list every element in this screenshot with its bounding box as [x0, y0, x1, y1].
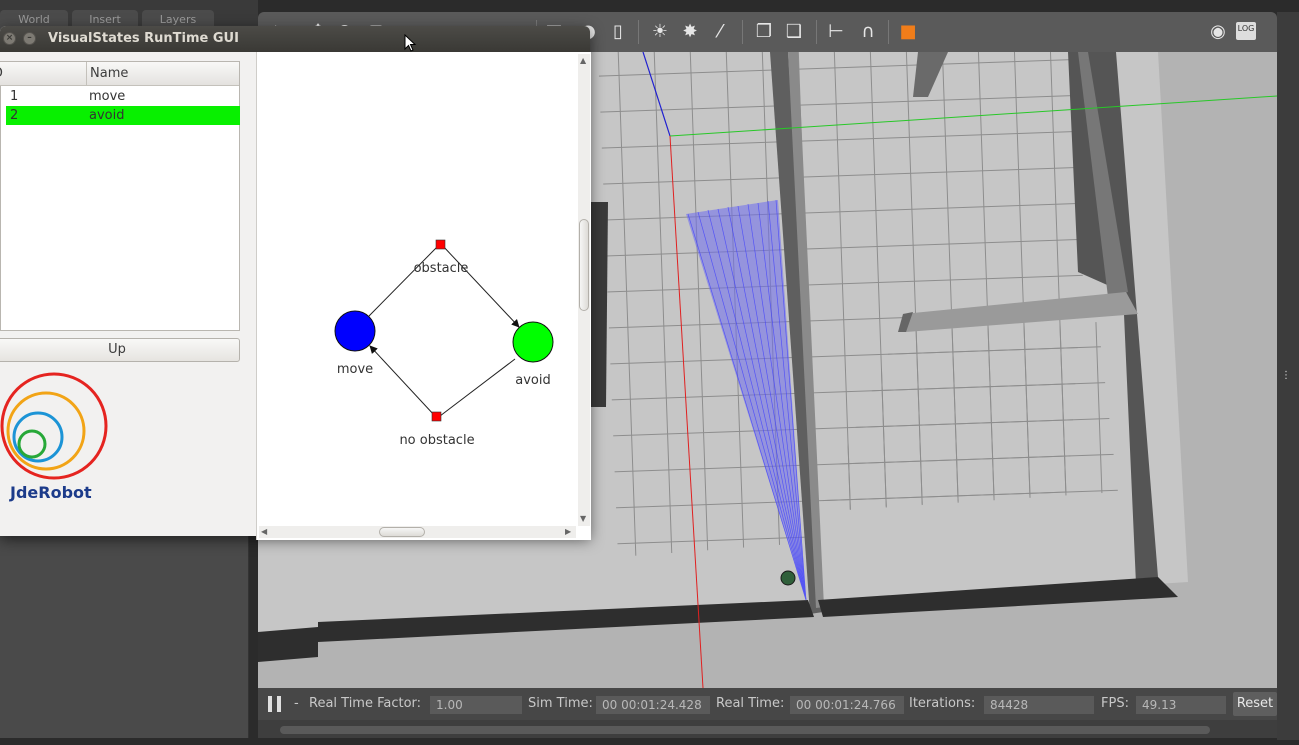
vertical-scrollbar[interactable]: ▲ ▼ — [578, 54, 590, 526]
align-icon[interactable]: ⊢ — [824, 20, 848, 44]
state-label-move: move — [337, 362, 373, 377]
window-titlebar[interactable]: × – VisualStates RunTime GUI — [0, 26, 590, 52]
snap-icon[interactable]: ∩ — [856, 20, 880, 44]
iterations-label: Iterations: — [909, 696, 976, 711]
screenshot-icon[interactable]: ◉ — [1206, 20, 1230, 44]
table-row-selected[interactable]: 2 avoid — [6, 106, 240, 125]
gazebo-horizontal-scrollbar[interactable] — [258, 720, 1277, 738]
state-avoid[interactable] — [512, 321, 554, 363]
view-angle-icon[interactable]: ■ — [896, 20, 920, 44]
step-label[interactable]: - — [294, 688, 299, 720]
robot[interactable] — [780, 570, 796, 586]
table-row[interactable]: 1 move — [1, 87, 239, 106]
fps-label: FPS: — [1101, 696, 1129, 711]
point-light-icon[interactable]: ☀ — [648, 20, 672, 44]
sim-time-value: 00 00:01:24.428 — [596, 696, 710, 714]
fps-value: 49.13 — [1136, 696, 1226, 714]
scroll-left-icon[interactable]: ◀ — [261, 527, 267, 536]
state-move[interactable] — [334, 310, 376, 352]
copy-icon[interactable]: ❐ — [752, 20, 776, 44]
pause-button[interactable] — [268, 696, 282, 712]
paste-icon[interactable]: ❑ — [782, 20, 806, 44]
row-id: 2 — [10, 108, 19, 123]
visualstates-window: × – VisualStates RunTime GUI ID Name 1 m… — [0, 26, 591, 540]
gazebo-status-bar: - Real Time Factor: 1.00 Sim Time: 00 00… — [258, 688, 1277, 720]
log-icon[interactable]: LOG — [1236, 22, 1256, 40]
scroll-right-icon[interactable]: ▶ — [565, 527, 571, 536]
cylinder-icon[interactable]: ▯ — [606, 20, 630, 44]
window-title: VisualStates RunTime GUI — [48, 31, 239, 46]
state-diagram-canvas[interactable]: move avoid obstacle no obstacle ▲ ▼ ◀ ▶ — [256, 52, 591, 540]
real-time-factor-label: Real Time Factor: — [309, 696, 422, 711]
scroll-up-icon[interactable]: ▲ — [580, 56, 586, 65]
iterations-value: 84428 — [984, 696, 1094, 714]
spot-light-icon[interactable]: ✸ — [678, 20, 702, 44]
mouse-cursor-icon — [404, 34, 417, 52]
vertical-scroll-thumb[interactable] — [579, 219, 589, 311]
logo-text: JdeRobot — [10, 483, 92, 502]
row-id: 1 — [10, 89, 19, 104]
reset-button[interactable]: Reset — [1233, 692, 1277, 716]
column-header-name[interactable]: Name — [87, 62, 239, 86]
real-time-factor-value: 1.00 — [430, 696, 522, 714]
transition-label-obstacle: obstacle — [414, 261, 469, 276]
state-diagram: move avoid obstacle no obstacle — [334, 239, 554, 448]
minimize-icon[interactable]: – — [23, 32, 36, 45]
close-icon[interactable]: × — [3, 32, 16, 45]
transition-obstacle-node[interactable] — [435, 239, 446, 250]
sim-time-label: Sim Time: — [528, 696, 593, 711]
transition-label-no-obstacle: no obstacle — [399, 433, 474, 448]
up-button[interactable]: Up — [0, 338, 240, 362]
scroll-down-icon[interactable]: ▼ — [580, 514, 586, 523]
directional-light-icon[interactable]: ⁄ — [708, 20, 732, 44]
real-time-value: 00 00:01:24.766 — [790, 696, 904, 714]
real-time-label: Real Time: — [716, 696, 785, 711]
horizontal-scrollbar[interactable]: ◀ ▶ — [259, 526, 576, 538]
panel-resize-handle[interactable]: ⋮ — [1281, 370, 1291, 381]
row-name: avoid — [89, 108, 125, 123]
state-label-avoid: avoid — [515, 373, 550, 388]
column-header-id[interactable]: ID — [0, 62, 87, 86]
horizontal-scroll-thumb[interactable] — [379, 527, 425, 537]
transition-no-obstacle-node[interactable] — [431, 411, 442, 422]
row-name: move — [89, 89, 126, 104]
state-table: ID Name 1 move 2 avoid — [0, 61, 240, 331]
